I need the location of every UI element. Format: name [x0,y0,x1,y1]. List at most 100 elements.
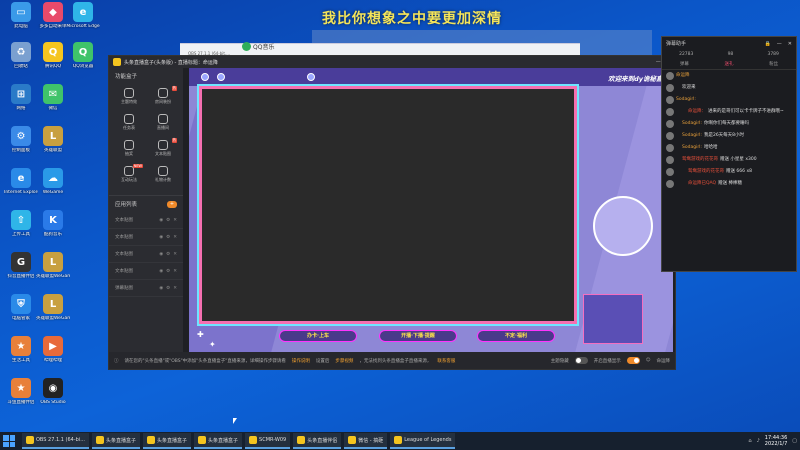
tool-item[interactable]: 主题特效 [112,86,146,107]
tab-gifts[interactable]: 送礼 [724,61,733,67]
desktop-icon[interactable]: K 酷狗音乐 [36,210,70,250]
desktop-icon[interactable]: ▶ 哔哩哔哩 [36,336,70,376]
eye-icon[interactable]: ◉ [159,218,163,223]
desktop-icon[interactable]: Q QQ浏览器 [66,42,100,82]
taskbar-item[interactable]: 头条直播伴侣 [293,433,342,449]
taskbar-item[interactable]: 头条直播盒子 [143,433,192,449]
desktop-icon[interactable]: ★ 斗鱼直播伴侣 [4,378,38,418]
live-box-titlebar[interactable]: 头条直播盒子(头条版) - 直播标题：命运降 — ✕ [109,56,675,68]
chat-username[interactable]: 命运降 [676,73,690,79]
tool-label: 互动玩法 [121,177,137,182]
desktop-icon[interactable]: ♻ 回收站 [4,42,38,82]
eye-icon[interactable]: ◉ [159,269,163,274]
desktop-icon[interactable]: L 英雄联盟 [36,126,70,166]
settings-icon[interactable]: ⚙ [166,286,170,291]
chat-username[interactable]: 命运降已QAQ [688,181,716,187]
taskbar-item[interactable]: 头条直播盒子 [91,433,140,449]
tool-item[interactable]: 礼物计数 [146,164,180,185]
desktop-icon[interactable]: e Internet Explorer [4,168,38,208]
taskbar-item[interactable]: League of Legends [390,433,456,449]
delete-icon[interactable]: ✕ [173,218,177,223]
taskbar-item[interactable]: SCMR-W09 [245,433,291,449]
tool-item[interactable]: 任务表 [112,112,146,133]
chat-text: 你啊你们每天都要睡吗 [703,121,749,126]
deco-circle [307,73,315,81]
chat-username[interactable]: 鸳鸯游戏的花花哥 [682,157,718,163]
qq-window-title[interactable]: QQ音乐 [242,42,274,51]
app-row[interactable]: 文本贴图 ◉ ⚙ ✕ [109,229,183,246]
support-link[interactable]: 联系客服 [437,358,455,364]
desktop-icon[interactable]: L 英雄联盟WeGame版 [36,294,70,334]
notification-icon[interactable]: ▢ [792,438,797,444]
avatar [666,168,674,176]
desktop-icon-label: 回收站 [14,64,28,69]
settings-icon[interactable]: ⚙ [166,218,170,223]
delete-icon[interactable]: ✕ [173,235,177,240]
desktop-icon[interactable]: Q 腾讯QQ [36,42,70,82]
tool-item[interactable]: 文本贴图 热 [146,138,180,159]
settings-icon[interactable]: ⚙ [166,235,170,240]
desktop-icon[interactable]: L 英雄联盟WeGame版 [36,252,70,292]
desktop-icon[interactable]: e Microsoft Edge [66,2,100,42]
chat-username[interactable]: Sodagirl: [682,133,702,139]
desktop-icon[interactable]: ⊞ 网络 [4,84,38,124]
desktop-icon[interactable]: ⛨ 电脑管家 [4,294,38,334]
desktop-icon[interactable]: ◉ OBS Studio [36,378,70,418]
volume-icon[interactable]: ♪ [757,438,760,444]
help-link[interactable]: 操作说明 [292,358,310,364]
desktop-icon[interactable]: ⚙ 控制面板 [4,126,38,166]
preview-canvas[interactable]: 欢迎来到dy诡秘直播 ✚ ✦ 办卡·上车 开播·下播·提醒 不定·福利 [189,68,673,354]
chat-tabs: 弹幕 送礼 粉丝 [662,59,796,70]
tab-danmaku[interactable]: 弹幕 [680,61,689,67]
settings-icon[interactable]: ⚙ [166,252,170,257]
taskbar-item-label: League of Legends [404,437,452,443]
chat-username[interactable]: Sodagirl: [682,121,702,127]
desktop-icon[interactable]: ★ 生活工具 [4,336,38,376]
theme-toggle[interactable] [574,357,588,364]
delete-icon[interactable]: ✕ [173,269,177,274]
app-row[interactable]: 文本贴图 ◉ ⚙ ✕ [109,246,183,263]
desktop-icon[interactable]: ▭ 此电脑 [4,2,38,42]
tool-icon [124,114,134,124]
eye-icon[interactable]: ◉ [159,286,163,291]
clock[interactable]: 17:44:36 2022/1/7 [765,435,787,447]
taskbar-item[interactable]: OBS 27.1.1 (64-bi... [22,433,89,449]
desktop-icon[interactable]: ◆ 多多自动采单 [36,2,70,42]
chat-username[interactable]: Sodagirl: [682,145,702,151]
desktop-icon[interactable]: G 抖音直播伴侣 [4,252,38,292]
chat-message: Sodagirl: 我是26天每天8小时 [662,130,796,142]
tool-item[interactable]: 房间装扮 热 [146,86,180,107]
close-icon[interactable]: ✕ [788,41,792,47]
desktop-icon[interactable]: ✉ 微信 [36,84,70,124]
tool-item[interactable]: 直播间 [146,112,180,133]
chat-username[interactable]: 命运降： [688,109,706,115]
chat-username[interactable]: Sodagirl: [676,97,696,103]
delete-icon[interactable]: ✕ [173,252,177,257]
desktop-icon[interactable]: ☁ WeGame [36,168,70,208]
start-button[interactable] [3,435,15,447]
delete-icon[interactable]: ✕ [173,286,177,291]
user-avatar-icon[interactable]: ☺ [646,358,651,363]
chat-titlebar[interactable]: 弹幕助手 🔒 — ✕ [662,37,796,50]
app-icon: G [11,252,31,272]
minimize-icon[interactable]: — [777,41,782,47]
eye-icon[interactable]: ◉ [159,252,163,257]
app-row[interactable]: 文本贴图 ◉ ⚙ ✕ [109,212,183,229]
tool-item[interactable]: 抽奖 [112,138,146,159]
chat-username[interactable]: 鸳鸯游戏的花花哥 [688,169,724,175]
tab-fans[interactable]: 粉丝 [769,61,778,67]
tool-item[interactable]: 互动玩法 NEW [112,164,146,185]
eye-icon[interactable]: ◉ [159,235,163,240]
add-app-button[interactable]: + [167,200,177,208]
video-frame[interactable] [199,86,577,324]
app-row[interactable]: 文本贴图 ◉ ⚙ ✕ [109,263,183,280]
video-link[interactable]: 步骤视频 [335,358,353,364]
network-icon[interactable]: ⌂ [748,438,751,444]
settings-icon[interactable]: ⚙ [166,269,170,274]
taskbar-item[interactable]: 头条直播盒子 [194,433,243,449]
desktop-icon[interactable]: ⇧ 上传工具 [4,210,38,250]
app-row[interactable]: 弹幕贴图 ◉ ⚙ ✕ [109,280,183,297]
taskbar-item[interactable]: 微信 - 搞砸 [344,433,388,449]
lock-icon[interactable]: 🔒 [765,41,771,47]
display-toggle[interactable] [626,357,640,364]
